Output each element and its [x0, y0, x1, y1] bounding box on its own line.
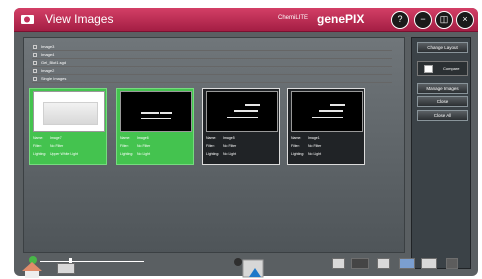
document-icon[interactable] [377, 258, 390, 269]
image-preview [33, 91, 105, 132]
image-thumbnail[interactable]: Name: Image7 Filter: No Filter Lighting: Up… [29, 88, 107, 165]
pencil-icon[interactable] [399, 258, 415, 269]
image-metadata: Name: Image5 Filter: No Filter Lighting: No… [206, 136, 237, 156]
exit-icon[interactable] [446, 258, 458, 269]
image-metadata: Name: Image1 Filter: No Filter Lighting: No… [291, 136, 322, 156]
image-list-item[interactable]: Single Images [32, 75, 392, 83]
image-thumbnail[interactable]: Name: Image1 Filter: No Filter Lighting: No… [287, 88, 365, 165]
restore-button[interactable]: ◫ [435, 11, 453, 29]
help-button[interactable]: ? [391, 11, 409, 29]
image-metadata: Name: Image6 Filter: No Filter Lighting: No… [120, 136, 151, 156]
capture-icon[interactable] [230, 257, 266, 279]
manage-images-button[interactable]: Manage Images [417, 83, 468, 94]
window-title: View Images [45, 12, 114, 26]
mail-icon[interactable] [421, 258, 437, 269]
brand-name: genePIX [317, 12, 365, 26]
print-icon[interactable] [332, 258, 345, 269]
image-browser-panel: Image3 Image4 Gel_Blot1.sgd Image2 Singl… [23, 37, 405, 253]
right-side-panel: Change Layout Compare Manage Images Clos… [411, 37, 471, 269]
image-preview [206, 91, 278, 132]
close-window-button[interactable]: × [456, 11, 474, 29]
monitor-icon[interactable] [351, 258, 369, 269]
app-window: View Images ChemiLITE genePIX ? − ◫ × Im… [14, 8, 478, 276]
image-preview [291, 91, 363, 132]
image-list-item[interactable]: Image3 [32, 43, 392, 51]
close-all-button[interactable]: Close All [417, 110, 468, 121]
database-icon[interactable] [57, 263, 75, 274]
camera-icon [21, 15, 34, 24]
title-bar: View Images ChemiLITE genePIX ? − ◫ × [14, 8, 478, 32]
image-thumbnail[interactable]: Name: Image5 Filter: No Filter Lighting: No… [202, 88, 280, 165]
image-metadata: Name: Image7 Filter: No Filter Lighting: Up… [33, 136, 79, 156]
minimize-button[interactable]: − [414, 11, 432, 29]
compare-button[interactable]: Compare [417, 61, 468, 76]
change-layout-button[interactable]: Change Layout [417, 42, 468, 53]
image-preview [120, 91, 192, 132]
image-list-item[interactable]: Gel_Blot1.sgd [32, 59, 392, 67]
image-list-item[interactable]: Image4 [32, 51, 392, 59]
compare-icon [424, 65, 433, 73]
home-icon[interactable] [18, 258, 60, 278]
close-button[interactable]: Close [417, 96, 468, 107]
image-thumbnail[interactable]: Name: Image6 Filter: No Filter Lighting: No… [116, 88, 194, 165]
image-list-item[interactable]: Image2 [32, 67, 392, 75]
brand-small: ChemiLITE [278, 15, 309, 21]
